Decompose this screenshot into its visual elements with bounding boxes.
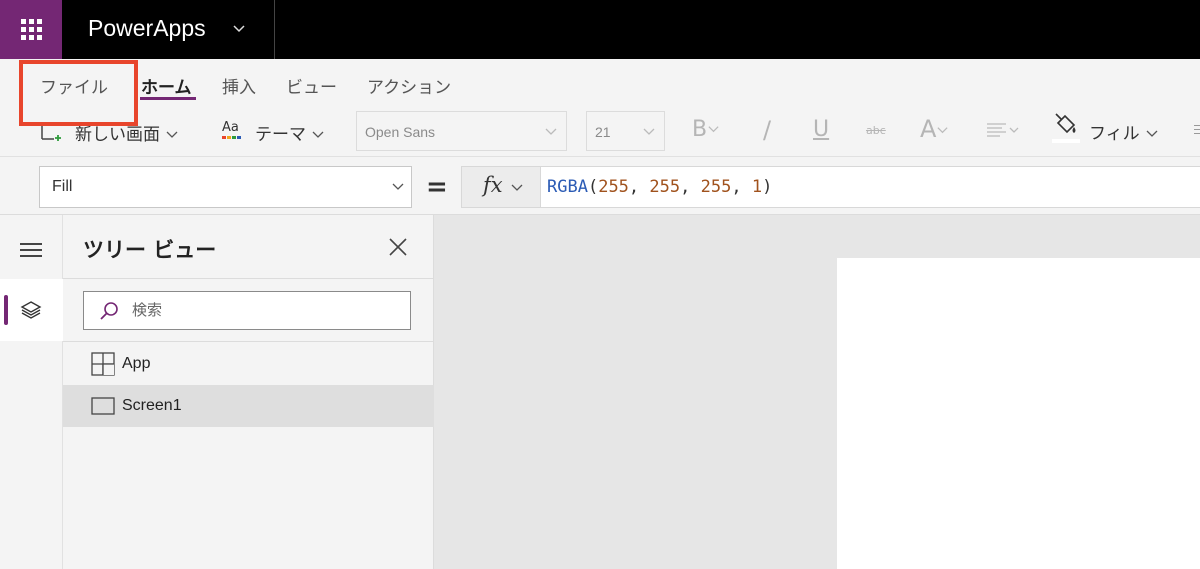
font-size-value: 21 xyxy=(595,124,611,140)
chevron-down-icon xyxy=(937,127,948,134)
waffle-icon xyxy=(20,19,42,40)
app-icon xyxy=(91,352,115,376)
tab-home[interactable]: ホーム xyxy=(141,73,192,98)
bold-button[interactable]: B xyxy=(692,117,720,142)
tree-view-panel: ツリー ビュー App Screen1 xyxy=(63,215,434,569)
panel-divider xyxy=(63,341,434,342)
strikethrough-button[interactable]: abc xyxy=(866,124,886,137)
chevron-down-icon xyxy=(511,184,523,191)
font-family-select[interactable]: Open Sans xyxy=(356,111,567,151)
left-rail xyxy=(0,215,63,569)
chevron-down-icon xyxy=(166,131,178,138)
formula-input[interactable]: RGBA(255, 255, 255, 1) xyxy=(541,166,1200,208)
hamburger-menu-icon[interactable] xyxy=(20,243,42,257)
theme-icon: Aa xyxy=(222,120,241,139)
tree-view-rail-button[interactable] xyxy=(0,279,63,341)
chevron-down-icon xyxy=(708,126,719,133)
fill-bucket-icon xyxy=(1052,113,1080,143)
chevron-down-icon xyxy=(392,183,404,190)
tree-item-screen1[interactable]: Screen1 xyxy=(63,385,434,427)
screen1-preview[interactable] xyxy=(837,258,1200,569)
underline-button[interactable]: U xyxy=(813,117,829,142)
bold-icon: B xyxy=(692,117,708,142)
font-color-icon: A xyxy=(920,115,937,143)
italic-button[interactable]: / xyxy=(763,116,771,144)
panel-divider xyxy=(63,278,434,279)
app-launcher-button[interactable] xyxy=(0,0,62,59)
tab-action[interactable]: アクション xyxy=(367,73,451,98)
chevron-down-icon xyxy=(643,128,655,135)
layers-icon xyxy=(20,301,42,319)
close-icon[interactable] xyxy=(388,237,408,257)
ribbon-toolbar: 新しい画面 Aa テーマ Open Sans 21 B / U abc A フィ… xyxy=(0,105,1200,157)
font-size-select[interactable]: 21 xyxy=(586,111,665,151)
formula-bar: Fill = fx RGBA(255, 255, 255, 1) xyxy=(0,158,1200,215)
tree-item-label: App xyxy=(122,355,151,372)
search-icon xyxy=(100,302,118,320)
tree-view-title: ツリー ビュー xyxy=(83,238,217,262)
active-tab-indicator xyxy=(140,97,196,100)
property-value: Fill xyxy=(52,178,73,195)
font-color-button[interactable]: A xyxy=(920,115,949,143)
fill-label: フィル xyxy=(1089,124,1140,144)
app-title[interactable]: PowerApps xyxy=(88,15,206,42)
text-align-icon[interactable] xyxy=(986,121,1022,141)
tree-item-label: Screen1 xyxy=(122,397,182,414)
font-family-value: Open Sans xyxy=(365,124,436,140)
tree-item-app[interactable]: App xyxy=(63,343,434,385)
title-divider xyxy=(274,0,275,59)
chevron-down-icon xyxy=(545,128,557,135)
search-box[interactable] xyxy=(83,291,411,330)
fx-icon: fx xyxy=(483,173,503,197)
theme-button[interactable]: テーマ xyxy=(255,120,325,145)
property-select[interactable]: Fill xyxy=(39,166,412,208)
theme-label: テーマ xyxy=(255,125,306,145)
chevron-down-icon xyxy=(312,131,324,138)
highlight-annotation xyxy=(19,60,138,126)
search-input[interactable] xyxy=(132,292,402,329)
chevron-down-icon xyxy=(1146,130,1158,137)
screen-icon xyxy=(91,397,115,415)
fx-button[interactable]: fx xyxy=(461,166,541,208)
top-bar: PowerApps xyxy=(0,0,1200,59)
ribbon-overflow-indicator xyxy=(1194,125,1200,137)
fill-button[interactable]: フィル xyxy=(1089,119,1159,144)
tab-view[interactable]: ビュー xyxy=(286,73,337,98)
equals-sign: = xyxy=(426,172,448,202)
design-canvas[interactable] xyxy=(434,215,1200,569)
chevron-down-icon[interactable] xyxy=(230,20,248,38)
new-screen-label: 新しい画面 xyxy=(75,125,160,145)
active-rail-indicator xyxy=(4,295,8,325)
tab-insert[interactable]: 挿入 xyxy=(222,73,256,98)
